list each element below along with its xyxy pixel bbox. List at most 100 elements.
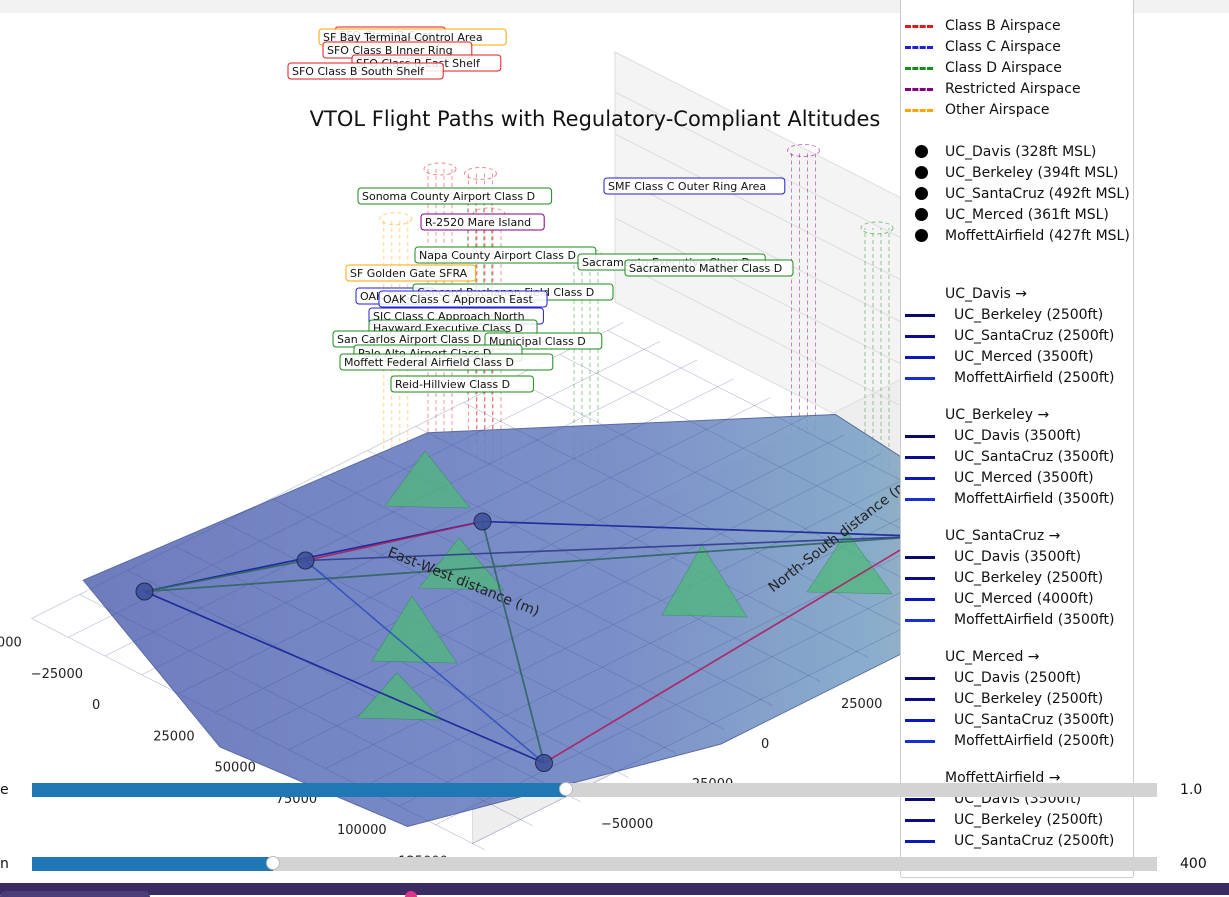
legend-line-swatch <box>905 335 935 338</box>
airspace-label: San Carlos Airport Class D <box>337 333 481 346</box>
legend-label: MoffettAirfield (2500ft) <box>954 733 1115 749</box>
airspace-label: OAK Class C Approach East <box>383 293 533 306</box>
legend-line-swatch <box>905 46 933 49</box>
legend-label: MoffettAirfield (3500ft) <box>954 491 1115 507</box>
legend-label: UC_SantaCruz (492ft MSL) <box>945 186 1130 202</box>
y-tick-label: 0 <box>761 737 769 752</box>
legend-line-swatch <box>905 619 935 622</box>
legend-line-swatch <box>905 819 935 822</box>
legend-line-swatch <box>905 677 935 680</box>
legend-label: UC_SantaCruz → <box>945 528 1061 544</box>
airspace-label: Reid-Hillview Class D <box>395 378 510 391</box>
x-tick-label: 100000 <box>337 823 387 838</box>
legend-line-swatch <box>905 377 935 380</box>
taskbar-app-icon[interactable] <box>405 891 417 897</box>
location-marker <box>535 754 553 772</box>
x-tick-label: 50000 <box>215 761 256 776</box>
legend-line-swatch <box>905 477 935 480</box>
slider-1-track[interactable] <box>32 782 1157 797</box>
slider-2-label: n <box>0 856 9 872</box>
location-marker <box>296 551 315 570</box>
x-tick-label: 0 <box>92 698 100 713</box>
airspace-label: SMF Class C Outer Ring Area <box>608 180 766 193</box>
legend-line-swatch <box>905 356 935 359</box>
legend-line-swatch <box>905 556 935 559</box>
slider-1-value: 1.0 <box>1180 782 1203 798</box>
airspace-label: Sacramento Mather Class D <box>629 262 782 275</box>
legend-line-swatch <box>905 740 935 743</box>
airspace-label: Napa County Airport Class D <box>419 249 576 262</box>
legend-marker-swatch <box>915 229 928 242</box>
legend-line-swatch <box>905 314 935 317</box>
legend-label: UC_Berkeley → <box>945 407 1050 423</box>
slider-2-fill <box>32 857 273 871</box>
legend-line-swatch <box>905 698 935 701</box>
airspace-column-top <box>379 212 413 226</box>
x-tick-label: −25000 <box>31 667 83 682</box>
taskbar-button[interactable] <box>0 891 150 897</box>
legend-line-swatch <box>905 840 935 843</box>
legend-marker-swatch <box>915 208 928 221</box>
legend-label: UC_Davis (3500ft) <box>954 428 1082 444</box>
legend-label: UC_Davis (3500ft) <box>954 549 1082 565</box>
airspace-column-top <box>423 162 457 176</box>
legend-label: UC_SantaCruz (3500ft) <box>954 712 1115 728</box>
airspace-label: Sonoma County Airport Class D <box>362 190 535 203</box>
legend-line-swatch <box>905 719 935 722</box>
legend-line-swatch <box>905 598 935 601</box>
legend-label: MoffettAirfield (2500ft) <box>954 370 1115 386</box>
legend-label: MoffettAirfield (3500ft) <box>954 612 1115 628</box>
legend-line-swatch <box>905 67 933 70</box>
legend-label: UC_Berkeley (2500ft) <box>954 812 1104 828</box>
legend-marker-swatch <box>915 166 928 179</box>
chart-legend: Class B Airspace Class C Airspace Class D … <box>900 0 1134 878</box>
legend-line-swatch <box>905 88 933 91</box>
x-tick-label: 25000 <box>153 729 194 744</box>
legend-marker-swatch <box>915 145 928 158</box>
legend-label: UC_SantaCruz (2500ft) <box>954 328 1115 344</box>
slider-2-track[interactable] <box>32 856 1157 871</box>
legend-label: UC_Merced (361ft MSL) <box>945 207 1109 223</box>
airspace-label: R-2520 Mare Island <box>425 216 531 229</box>
legend-label: UC_Berkeley (2500ft) <box>954 570 1104 586</box>
legend-label: Class D Airspace <box>945 60 1062 76</box>
legend-label: Class B Airspace <box>945 18 1061 34</box>
taskbar <box>0 883 1229 897</box>
legend-line-swatch <box>905 498 935 501</box>
legend-label: Restricted Airspace <box>945 81 1081 97</box>
legend-label: Other Airspace <box>945 102 1050 118</box>
legend-label: UC_Merced (4000ft) <box>954 591 1094 607</box>
slider-2[interactable]: n 400 <box>0 856 1229 873</box>
slider-1-handle[interactable] <box>559 782 573 796</box>
y-tick-label: −50000 <box>601 817 653 832</box>
slider-1-label: e <box>0 782 9 798</box>
slider-1-fill <box>32 783 566 797</box>
legend-label: UC_Berkeley (394ft MSL) <box>945 165 1119 181</box>
legend-label: UC_Merced (3500ft) <box>954 349 1094 365</box>
legend-label: UC_Merced (3500ft) <box>954 470 1094 486</box>
legend-label: UC_Davis (2500ft) <box>954 670 1082 686</box>
legend-marker-swatch <box>915 187 928 200</box>
legend-label: Class C Airspace <box>945 39 1061 55</box>
legend-line-swatch <box>905 109 933 112</box>
airspace-label: Moffett Federal Airfield Class D <box>344 356 514 369</box>
legend-label: UC_SantaCruz (2500ft) <box>954 833 1115 849</box>
airspace-label: SFO Class B South Shelf <box>292 65 425 78</box>
legend-label: UC_Davis (328ft MSL) <box>945 144 1097 160</box>
legend-label: UC_Davis → <box>945 286 1028 302</box>
chart-title: VTOL Flight Paths with Regulatory-Compli… <box>310 107 881 131</box>
location-marker <box>135 582 154 601</box>
legend-line-swatch <box>905 25 933 28</box>
legend-label: UC_Berkeley (2500ft) <box>954 691 1104 707</box>
legend-label: MoffettAirfield (427ft MSL) <box>945 228 1130 244</box>
legend-label: UC_Berkeley (2500ft) <box>954 307 1104 323</box>
slider-2-handle[interactable] <box>266 856 280 870</box>
location-marker <box>473 512 492 531</box>
legend-line-swatch <box>905 577 935 580</box>
x-tick-label: −50000 <box>0 636 22 651</box>
airspace-column-top <box>464 167 497 180</box>
legend-label: UC_SantaCruz (3500ft) <box>954 449 1115 465</box>
airspace-label: SF Golden Gate SFRA <box>350 267 468 280</box>
y-tick-label: 25000 <box>841 697 882 712</box>
slider-1[interactable]: e 1.0 <box>0 782 1229 799</box>
